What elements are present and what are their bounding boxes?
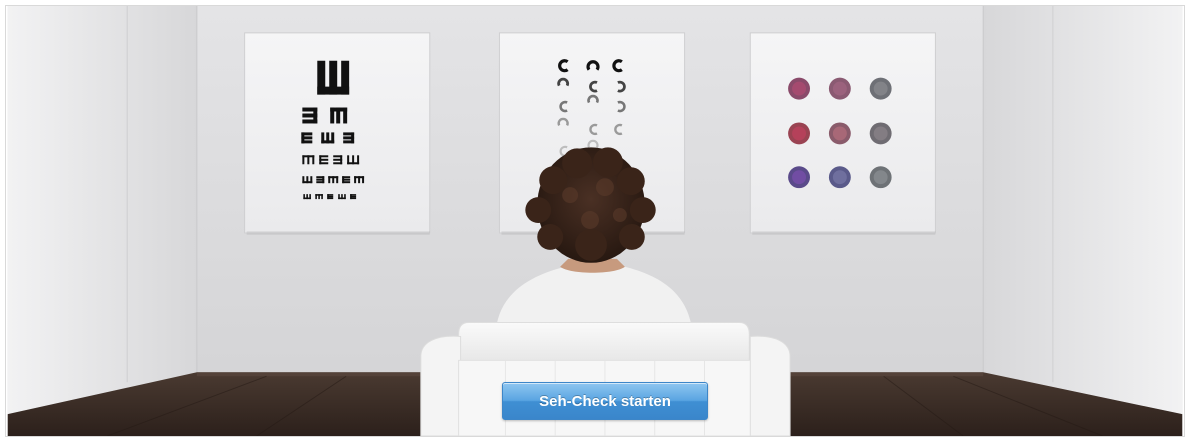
- tumbling-e-chart: [244, 32, 431, 235]
- room-illustration: [7, 6, 1183, 436]
- start-vision-check-button[interactable]: Seh-Check starten: [502, 382, 708, 420]
- color-plate-chart: [749, 32, 936, 235]
- hero-banner: Seh-Check starten: [5, 5, 1185, 437]
